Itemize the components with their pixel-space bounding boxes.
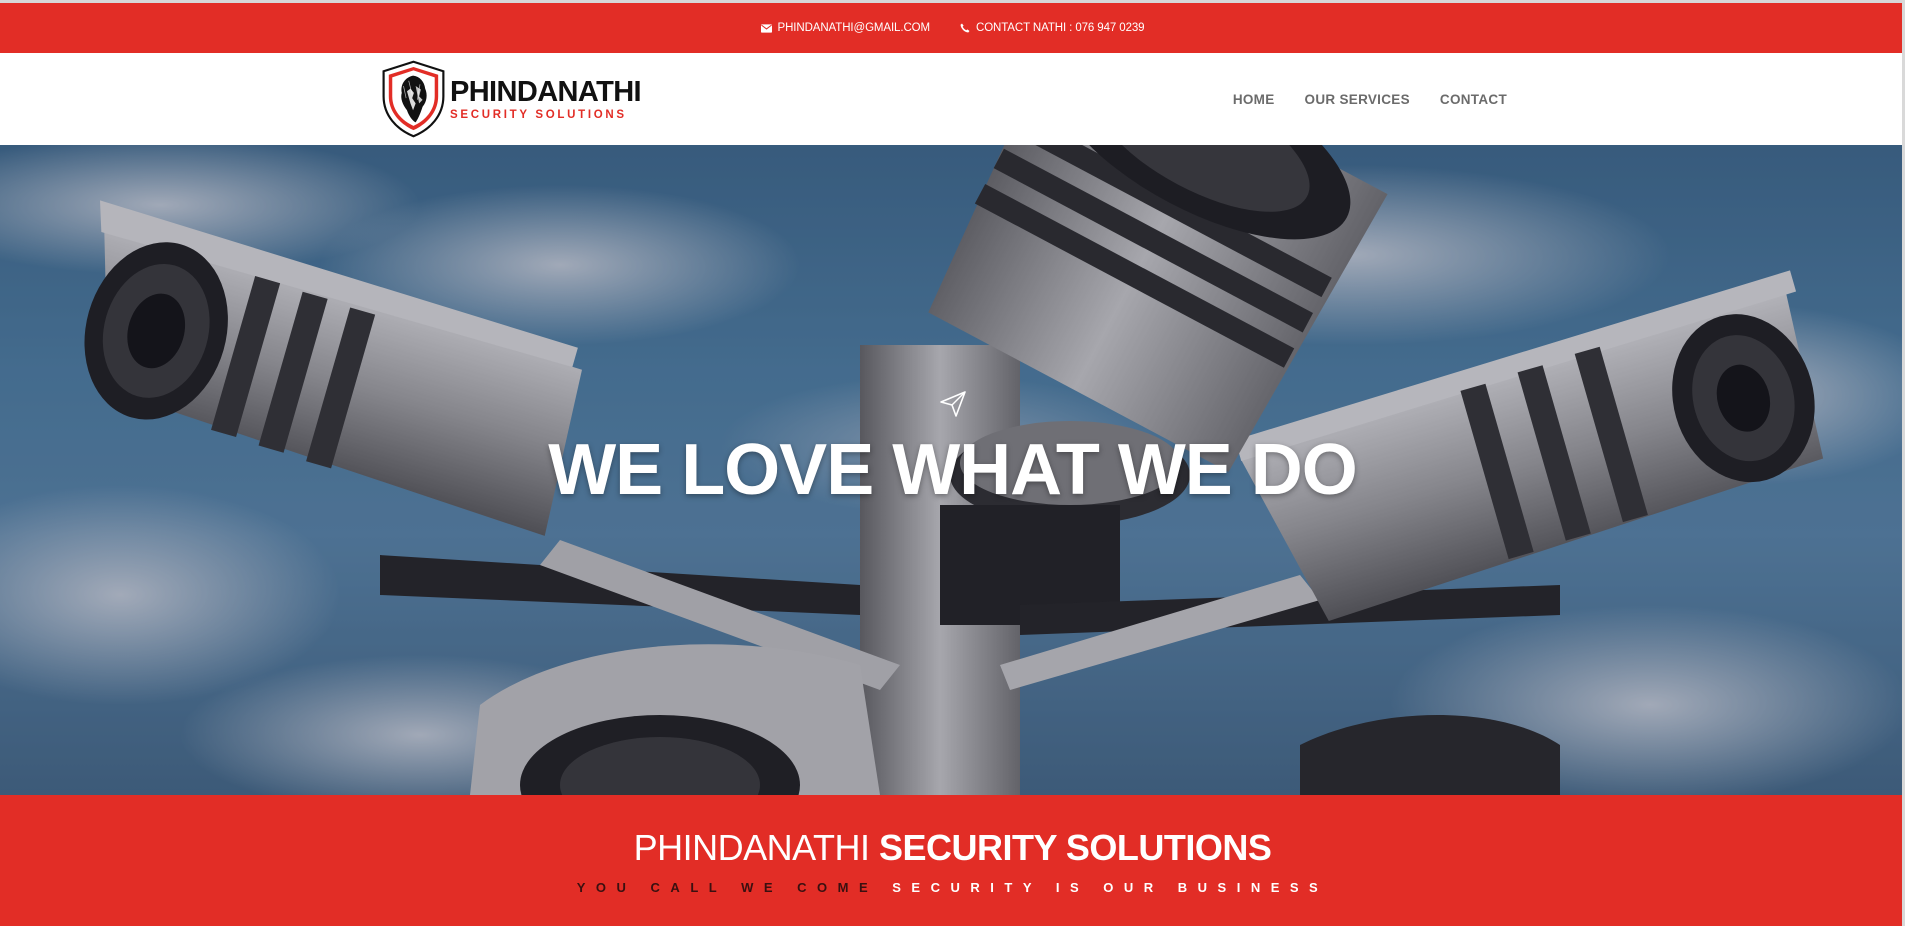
envelope-icon (760, 23, 772, 33)
email-text: PHINDANATHI@GMAIL.COM (777, 22, 931, 34)
banner-slogan: YOU CALL WE COME SECURITY IS OUR BUSINES… (0, 880, 1905, 896)
contact-bar: PHINDANATHI@GMAIL.COM CONTACT NATHI : 07… (0, 3, 1905, 53)
nav-our-services[interactable]: OUR SERVICES (1305, 92, 1410, 107)
phone-contact[interactable]: CONTACT NATHI : 076 947 0239 (960, 22, 1145, 34)
logo-tagline: SECURITY SOLUTIONS (449, 108, 627, 121)
nav-contact[interactable]: CONTACT (1440, 92, 1507, 107)
email-contact[interactable]: PHINDANATHI@GMAIL.COM (760, 22, 931, 34)
nav-home[interactable]: HOME (1233, 92, 1275, 107)
logo-name: PHINDANATHI (449, 75, 642, 108)
main-nav: HOME OUR SERVICES CONTACT (1233, 53, 1507, 145)
site-header: PHINDANATHI SECURITY SOLUTIONS HOME OUR … (0, 53, 1905, 145)
slogan-part-2: SECURITY IS OUR BUSINESS (892, 880, 1329, 895)
paper-plane-icon (940, 391, 966, 417)
brand-banner: PHINDANATHI SECURITY SOLUTIONS YOU CALL … (0, 795, 1905, 926)
site-logo[interactable]: PHINDANATHI SECURITY SOLUTIONS (381, 54, 642, 144)
phone-text: CONTACT NATHI : 076 947 0239 (975, 22, 1145, 34)
banner-title: PHINDANATHI SECURITY SOLUTIONS (0, 828, 1905, 868)
hero-section: WE LOVE WHAT WE DO (0, 145, 1905, 795)
lion-shield-icon (382, 60, 445, 138)
hero-heading: WE LOVE WHAT WE DO (548, 430, 1358, 510)
slogan-part-1: YOU CALL WE COME (576, 880, 879, 895)
banner-title-name: PHINDANATHI (633, 827, 870, 868)
banner-title-solutions: SECURITY SOLUTIONS (878, 827, 1272, 868)
phone-icon (960, 23, 970, 33)
